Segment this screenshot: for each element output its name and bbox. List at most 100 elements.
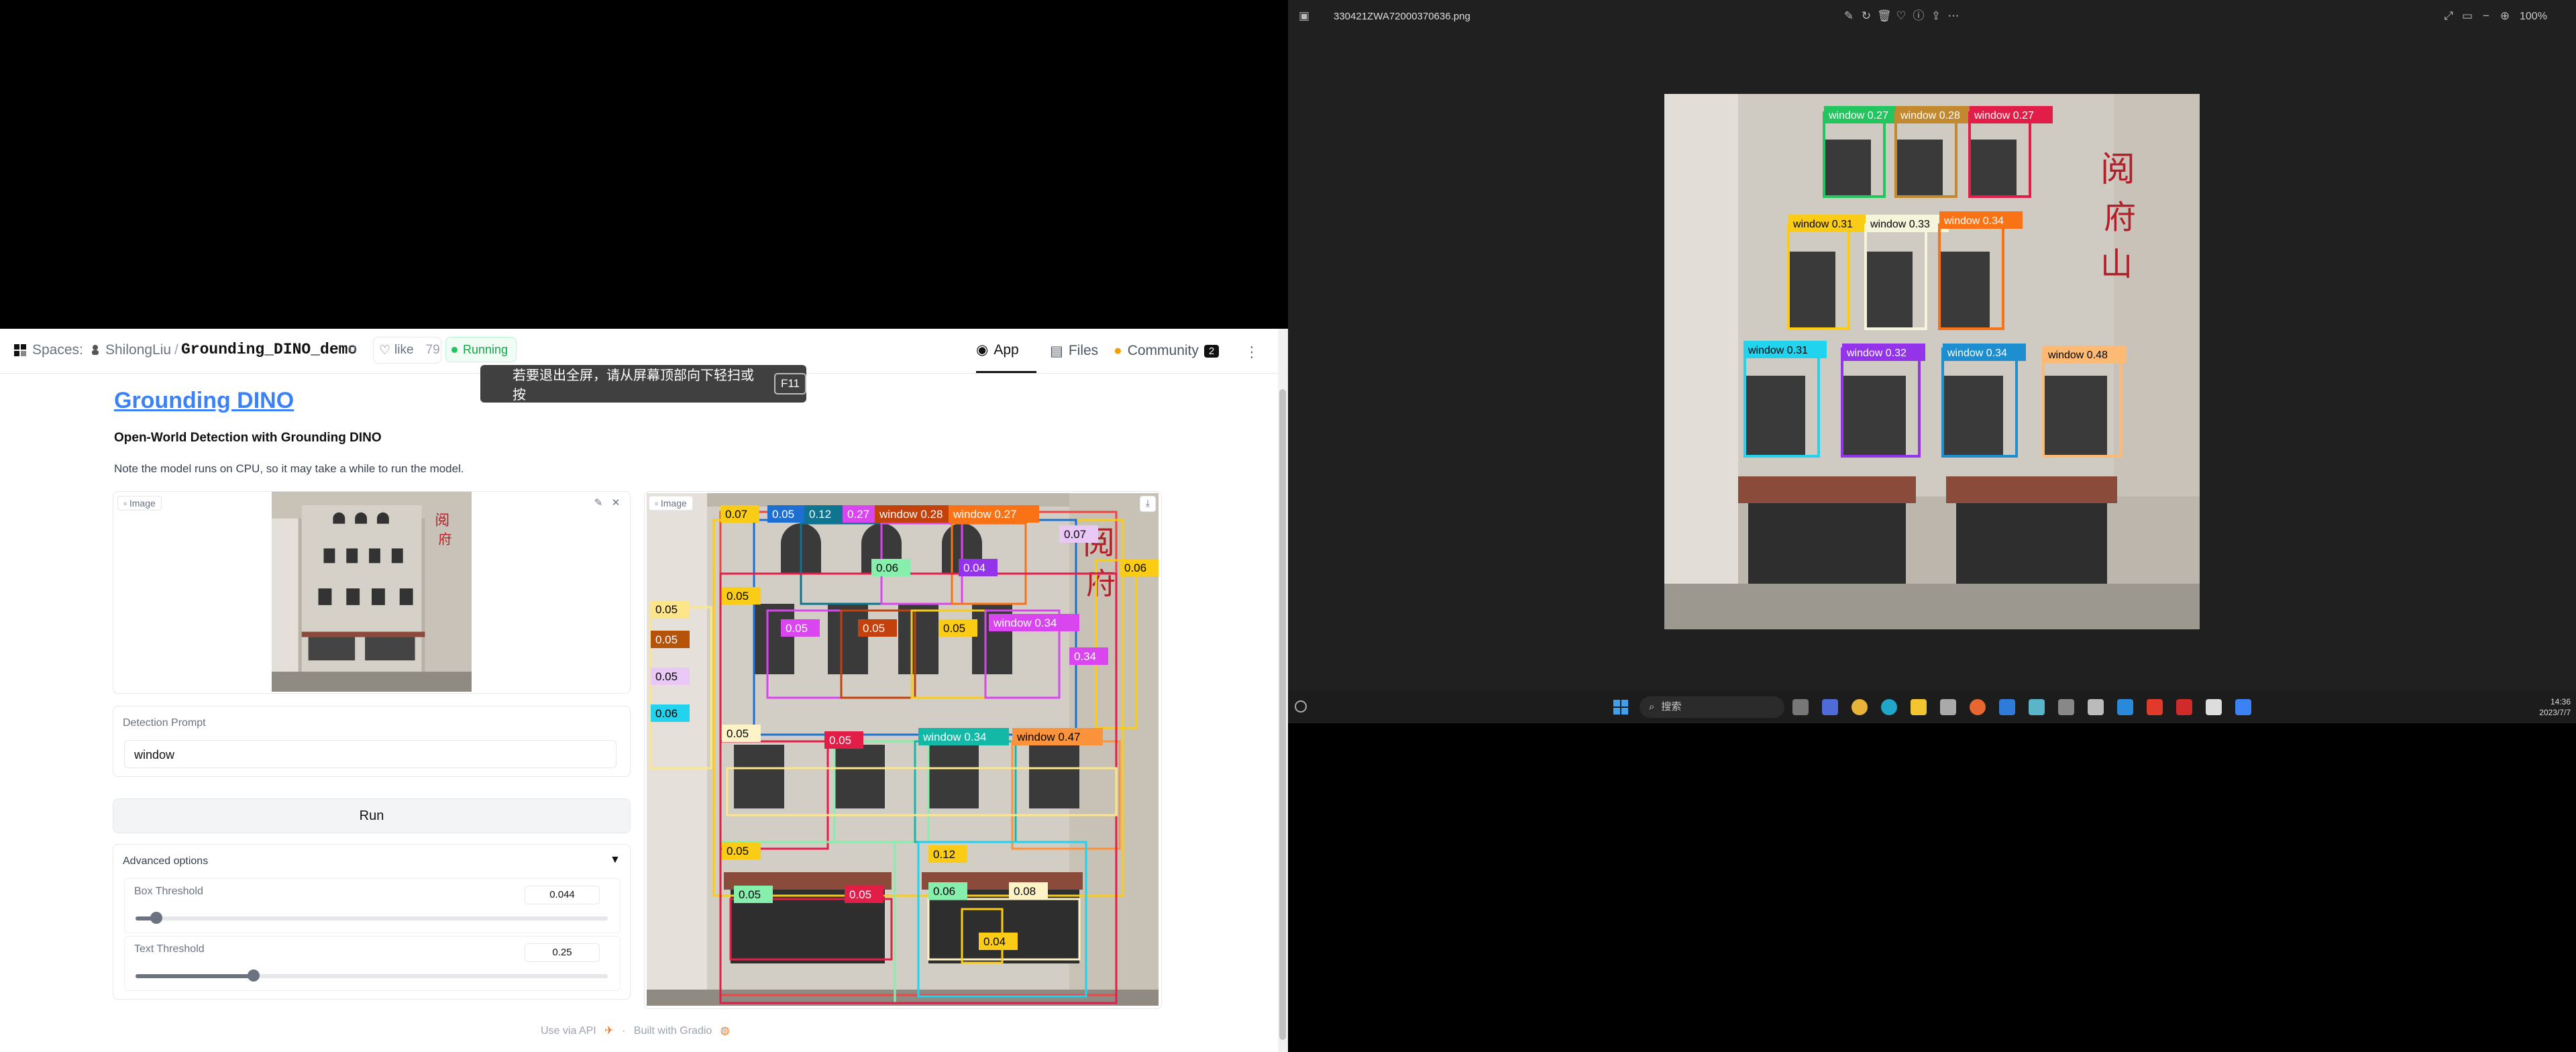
window-shape [2043, 376, 2107, 456]
app-icon-10[interactable] [2058, 699, 2074, 715]
detection-prompt-input[interactable]: window [124, 740, 616, 768]
zoom-out-icon[interactable]: − [2479, 9, 2493, 23]
clock-date[interactable]: 2023/7/7 [2521, 708, 2571, 717]
photos-icon[interactable] [2235, 699, 2251, 715]
taskbar-search-box[interactable]: ⌕ 搜索 [1640, 696, 1784, 718]
prompt-label: Detection Prompt [123, 717, 206, 729]
owner-link[interactable]: ShilongLiu [105, 342, 171, 358]
space-name-link[interactable]: Grounding_DINO_demo [181, 341, 357, 358]
detection-label: 0.05 [938, 619, 977, 637]
app-icon-15[interactable] [2206, 699, 2222, 715]
detection-label-text: 0.05 [863, 622, 885, 635]
widgets-icon[interactable] [1295, 700, 1307, 713]
detection-label: window 0.27 [949, 505, 1039, 523]
delete-icon[interactable]: 🗑 [1877, 9, 1892, 23]
fit-window-icon[interactable]: ▭ [2461, 9, 2474, 23]
detection-label-text: 0.05 [829, 734, 851, 747]
detection-label-text: window 0.27 [953, 508, 1017, 521]
tab-community[interactable]: ● Community 2 [1114, 329, 1228, 373]
chrome-icon[interactable] [1851, 699, 1868, 715]
detection-label-text: 0.05 [739, 888, 761, 901]
detection-label-text: 0.06 [655, 707, 678, 720]
detection-label-text: 0.07 [725, 508, 747, 521]
info-icon[interactable]: ⓘ [1912, 9, 1925, 23]
pdf-icon[interactable] [2176, 699, 2192, 715]
input-building-image: 阅府 [272, 492, 472, 692]
like-label: like [394, 343, 414, 357]
advanced-options-toggle[interactable]: Advanced options [123, 855, 208, 867]
text-threshold-number-input[interactable]: 0.25 [525, 943, 600, 962]
windows-taskbar: ⌕ 搜索 14:36 2023/7/7 [1288, 691, 2576, 723]
detection-label: 0.06 [871, 559, 910, 576]
svg-text:府: 府 [1086, 568, 1116, 600]
file-explorer-icon[interactable] [1911, 699, 1927, 715]
fullscreen-icon[interactable]: ⤢ [2442, 9, 2455, 23]
input-image-label: ▫ Image [117, 496, 162, 511]
vscode-icon[interactable] [1999, 699, 2015, 715]
mail-icon[interactable] [2117, 699, 2133, 715]
text-threshold-control: Text Threshold 0.25 [124, 936, 621, 991]
built-with-gradio-link[interactable]: Built with Gradio [634, 1025, 712, 1037]
spaces-label[interactable]: Spaces: [32, 342, 83, 358]
tab-app[interactable]: ◉ App [976, 329, 1036, 373]
box-threshold-label: Box Threshold [134, 886, 203, 897]
viewer-toolbar: ▣ 330421ZWA72000370636.png ✎ ↻ 🗑 ♡ ⓘ ⇪ ⋯… [1288, 0, 2576, 32]
scrollbar-thumb[interactable] [1279, 389, 1286, 1040]
app-icon-9[interactable] [2029, 699, 2045, 715]
download-icon[interactable]: ⤓ [1140, 496, 1156, 512]
zoom-in-icon[interactable]: ⊕ [2498, 9, 2512, 23]
use-via-api-link[interactable]: Use via API [541, 1025, 596, 1037]
more-options-icon[interactable]: ⋮ [1244, 344, 1259, 361]
window-shape [1896, 140, 1943, 197]
detection-label: 0.05 [651, 600, 690, 618]
teams-icon[interactable] [1822, 699, 1838, 715]
edit-image-icon[interactable]: ✎ [1842, 9, 1856, 23]
box-threshold-thumb[interactable] [150, 912, 162, 924]
triangle-down-icon[interactable]: ▼ [610, 854, 621, 866]
firefox-icon[interactable] [1970, 699, 1986, 715]
box-threshold-number-input[interactable]: 0.044 [525, 886, 600, 904]
output-image-panel: 阅府 0.07 0.05 0.12 0.27 window 0.28 window 0.27… [644, 491, 1162, 1009]
like-button[interactable]: ♡ like 79 [373, 337, 441, 364]
box-threshold-slider[interactable] [136, 912, 608, 924]
zoom-level[interactable]: 100% [2520, 11, 2547, 23]
app-icon-11[interactable] [2088, 699, 2104, 715]
detection-label-text: 0.05 [849, 888, 871, 901]
input-image-panel[interactable]: ▫ Image ✎ ✕ 阅府 [113, 491, 631, 694]
run-button[interactable]: Run [113, 798, 631, 833]
close-icon[interactable]: ✕ [608, 496, 623, 511]
task-view-icon[interactable] [1792, 699, 1809, 715]
more-icon[interactable]: ⋯ [1947, 9, 1960, 23]
text-threshold-slider[interactable] [136, 969, 608, 982]
detection-label-text: 0.34 [1074, 650, 1096, 663]
detection-label: 0.05 [651, 631, 690, 648]
detection-label: 0.12 [804, 505, 843, 523]
favorite-icon[interactable]: ♡ [1894, 9, 1908, 23]
window-shape [1745, 376, 1805, 456]
edit-icon[interactable]: ✎ [591, 496, 606, 511]
search-icon: ⌕ [1649, 701, 1655, 713]
detection-label-text: window 0.48 [2047, 350, 2108, 361]
detection-label: 0.06 [928, 882, 967, 900]
status-badge: Running [445, 337, 517, 362]
detection-label-text: window 0.34 [993, 617, 1057, 629]
detection-label-text: window 0.27 [1828, 110, 1888, 121]
tab-files[interactable]: ▤ Files [1050, 329, 1117, 373]
detection-label: 0.05 [767, 505, 806, 523]
detection-label-text: 0.06 [933, 885, 955, 898]
spaces-logo-icon[interactable] [13, 344, 27, 357]
rotate-icon[interactable]: ↻ [1860, 9, 1873, 23]
like-count: 79 [425, 343, 440, 357]
detection-label: 0.05 [722, 587, 761, 604]
app-icon-13[interactable] [2147, 699, 2163, 715]
text-threshold-thumb[interactable] [248, 969, 260, 982]
detection-label-text: 0.05 [655, 633, 678, 646]
gallery-icon[interactable]: ▣ [1297, 9, 1311, 23]
edge-icon[interactable] [1881, 699, 1897, 715]
app-icon-6[interactable] [1940, 699, 1956, 715]
windows-start-icon[interactable] [1613, 699, 1629, 715]
page-title[interactable]: Grounding DINO [114, 388, 294, 414]
copy-icon[interactable]: ⧉ [349, 344, 361, 356]
clock-time[interactable]: 14:36 [2544, 697, 2571, 706]
share-icon[interactable]: ⇪ [1929, 9, 1943, 23]
